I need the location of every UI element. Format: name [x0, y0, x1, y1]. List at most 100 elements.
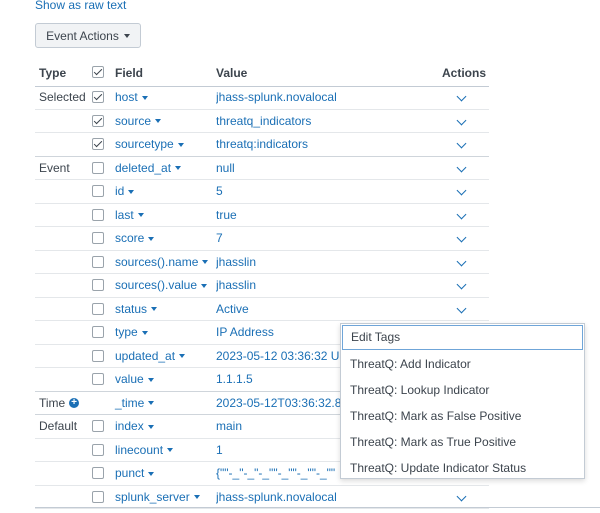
- field-name-dropdown[interactable]: type: [115, 321, 148, 344]
- actions-dropdown-menu: Edit Tags ThreatQ: Add Indicator ThreatQ…: [340, 323, 585, 479]
- field-value[interactable]: 7: [216, 227, 223, 250]
- field-select-checkbox[interactable]: [92, 138, 104, 150]
- header-actions: Actions: [442, 66, 487, 80]
- field-value[interactable]: Active: [216, 298, 249, 321]
- show-raw-text-link[interactable]: Show as raw text: [35, 0, 126, 13]
- field-name-label: updated_at: [115, 348, 176, 363]
- menu-item-update-indicator-status[interactable]: ThreatQ: Update Indicator Status: [341, 455, 584, 481]
- field-value[interactable]: 2023-05-12 03:36:32 U: [216, 345, 339, 368]
- actions-chevron-icon[interactable]: [456, 279, 467, 290]
- field-name-label: source: [115, 113, 152, 128]
- field-name-dropdown[interactable]: _time: [115, 392, 155, 415]
- field-select-checkbox[interactable]: [92, 443, 104, 456]
- field-select-checkbox[interactable]: [92, 302, 104, 315]
- actions-chevron-icon[interactable]: [456, 209, 467, 219]
- field-name-label: punct: [115, 466, 145, 480]
- field-name-dropdown[interactable]: index: [115, 415, 154, 438]
- field-value[interactable]: jhass-splunk.novalocal: [216, 86, 337, 109]
- field-select-checkbox[interactable]: [92, 279, 104, 291]
- caret-down-icon: [167, 448, 174, 453]
- field-select-checkbox[interactable]: [92, 373, 104, 385]
- header-value: Value: [216, 66, 248, 80]
- event-actions-button[interactable]: Event Actions: [35, 23, 141, 48]
- field-name-dropdown[interactable]: last: [115, 204, 144, 227]
- field-value[interactable]: IP Address: [216, 321, 274, 344]
- field-select-checkbox[interactable]: [92, 255, 104, 268]
- field-select-checkbox[interactable]: [92, 420, 104, 432]
- field-name-dropdown[interactable]: deleted_at: [115, 157, 182, 180]
- field-name-label: id: [115, 184, 125, 198]
- field-name-dropdown[interactable]: sources().value: [115, 274, 208, 297]
- field-value[interactable]: threatq_indicators: [216, 110, 311, 133]
- field-value[interactable]: null: [216, 157, 235, 180]
- menu-item-edit-tags[interactable]: Edit Tags: [342, 325, 583, 350]
- field-value[interactable]: true: [216, 204, 237, 227]
- add-time-icon[interactable]: +: [69, 397, 79, 408]
- actions-chevron-icon[interactable]: [456, 303, 467, 313]
- field-value[interactable]: jhasslin: [216, 251, 256, 274]
- table-row: id 5: [35, 180, 489, 204]
- field-name-dropdown[interactable]: sources().name: [115, 251, 209, 274]
- menu-item-add-indicator[interactable]: ThreatQ: Add Indicator: [341, 351, 584, 377]
- field-value[interactable]: 1: [216, 439, 223, 462]
- menu-item-mark-false-positive[interactable]: ThreatQ: Mark as False Positive: [341, 403, 584, 429]
- field-name-dropdown[interactable]: sourcetype: [115, 133, 184, 156]
- row-group-label: Time: [39, 395, 66, 410]
- table-row: sourcetype threatq:indicators: [35, 133, 489, 157]
- field-name-dropdown[interactable]: source: [115, 110, 162, 133]
- field-select-checkbox[interactable]: [92, 161, 104, 174]
- table-row: last true: [35, 204, 489, 227]
- field-name-label: score: [115, 231, 145, 245]
- field-value[interactable]: main: [216, 415, 242, 438]
- table-row: splunk_server jhass-splunk.novalocal: [35, 486, 489, 509]
- field-name-dropdown[interactable]: value: [115, 368, 154, 391]
- caret-down-icon: [202, 260, 209, 265]
- actions-chevron-icon[interactable]: [456, 232, 467, 243]
- actions-chevron-icon[interactable]: [456, 256, 467, 266]
- field-name-dropdown[interactable]: splunk_server: [115, 486, 200, 509]
- field-value[interactable]: threatq:indicators: [216, 133, 308, 156]
- actions-chevron-icon[interactable]: [456, 491, 467, 501]
- field-name-dropdown[interactable]: linecount: [115, 439, 174, 462]
- field-value[interactable]: 2023-05-12T03:36:32.8: [216, 392, 341, 415]
- field-name-dropdown[interactable]: updated_at: [115, 345, 186, 368]
- field-select-checkbox[interactable]: [92, 349, 104, 362]
- field-name-label: _time: [115, 395, 145, 410]
- field-name-dropdown[interactable]: host: [115, 86, 148, 109]
- field-select-checkbox[interactable]: [92, 208, 104, 221]
- table-bottom-divider: [35, 507, 600, 508]
- row-group-label: Selected: [39, 90, 86, 104]
- field-select-checkbox[interactable]: [92, 114, 104, 127]
- field-name-dropdown[interactable]: score: [115, 227, 155, 250]
- caret-down-icon: [141, 95, 148, 100]
- field-select-checkbox[interactable]: [92, 467, 104, 479]
- field-value[interactable]: jhasslin: [216, 274, 256, 297]
- menu-item-mark-true-positive[interactable]: ThreatQ: Mark as True Positive: [341, 429, 584, 455]
- field-name-dropdown[interactable]: id: [115, 180, 135, 203]
- menu-item-lookup-indicator[interactable]: ThreatQ: Lookup Indicator: [341, 377, 584, 403]
- actions-chevron-icon[interactable]: [456, 115, 467, 125]
- field-value[interactable]: jhass-splunk.novalocal: [216, 486, 337, 509]
- field-name-dropdown[interactable]: status: [115, 298, 158, 321]
- field-value[interactable]: {""-_"-_"-_""-_""-_""-_"": [216, 462, 335, 485]
- field-value[interactable]: 1.1.1.5: [216, 368, 253, 391]
- field-name-label: status: [115, 301, 148, 316]
- field-value[interactable]: 5: [216, 180, 223, 203]
- actions-chevron-icon[interactable]: [456, 91, 467, 102]
- field-name-dropdown[interactable]: punct: [115, 462, 155, 485]
- field-select-checkbox[interactable]: [92, 185, 104, 197]
- caret-down-icon: [128, 189, 135, 194]
- field-select-checkbox[interactable]: [92, 91, 104, 103]
- actions-chevron-icon[interactable]: [456, 185, 467, 196]
- caret-down-icon: [201, 283, 208, 288]
- caret-down-icon: [137, 213, 144, 218]
- header-select-all-checkbox[interactable]: [92, 66, 104, 78]
- actions-chevron-icon[interactable]: [456, 162, 467, 172]
- header-type: Type: [39, 66, 67, 80]
- caret-down-icon: [147, 424, 154, 429]
- event-actions-label: Event Actions: [46, 28, 119, 43]
- field-select-checkbox[interactable]: [92, 490, 104, 503]
- actions-chevron-icon[interactable]: [456, 138, 467, 149]
- field-select-checkbox[interactable]: [92, 232, 104, 244]
- field-select-checkbox[interactable]: [92, 326, 104, 338]
